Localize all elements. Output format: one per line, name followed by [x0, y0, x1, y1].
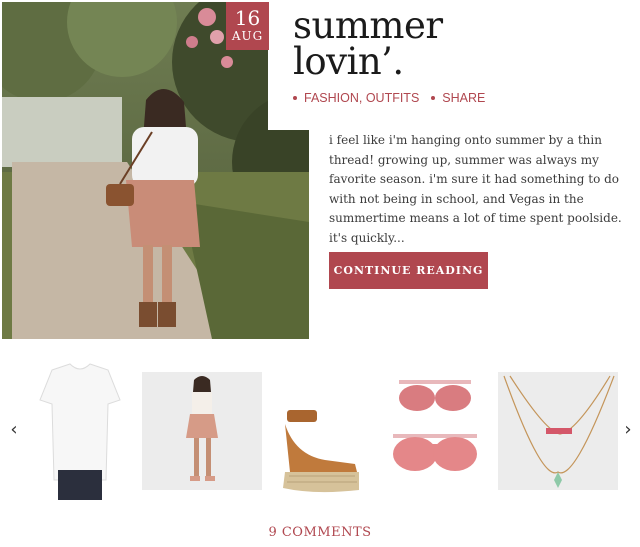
date-month: AUG: [231, 29, 264, 43]
pink-shorts-outfit-image: [142, 372, 262, 490]
chevron-right-icon[interactable]: ›: [618, 421, 638, 439]
date-badge: 16 AUG: [226, 2, 269, 50]
comments-link[interactable]: 9 COMMENTS: [0, 525, 640, 540]
product-layered-necklace[interactable]: [498, 372, 618, 490]
hero-photo-illustration: [2, 2, 309, 339]
product-espadrille-wedge[interactable]: [275, 360, 365, 498]
chevron-left-icon[interactable]: ‹: [4, 421, 24, 439]
product-pink-sunglasses[interactable]: [385, 360, 485, 498]
continue-reading-button[interactable]: CONTINUE READING: [329, 252, 488, 289]
product-white-tee[interactable]: [30, 360, 130, 500]
layered-necklace-image: [498, 372, 618, 490]
share-link[interactable]: SHARE: [442, 91, 485, 105]
date-day: 16: [234, 6, 261, 30]
product-carousel: ‹ ›: [0, 360, 640, 500]
product-pink-shorts-outfit[interactable]: [142, 372, 262, 490]
pink-sunglasses-image: [393, 380, 477, 471]
category-links[interactable]: FASHION, OUTFITS: [304, 91, 419, 105]
post-excerpt: i feel like i'm hanging onto summer by a…: [329, 133, 622, 245]
post-meta: FASHION, OUTFITS SHARE: [293, 91, 485, 105]
white-tee-image: [39, 363, 121, 500]
espadrille-wedge-image: [283, 410, 359, 493]
hero-photo[interactable]: [2, 2, 309, 339]
post-title[interactable]: summer lovin’.: [293, 7, 443, 80]
bullet-dot-icon: [293, 96, 297, 100]
bullet-dot-icon: [431, 96, 436, 100]
